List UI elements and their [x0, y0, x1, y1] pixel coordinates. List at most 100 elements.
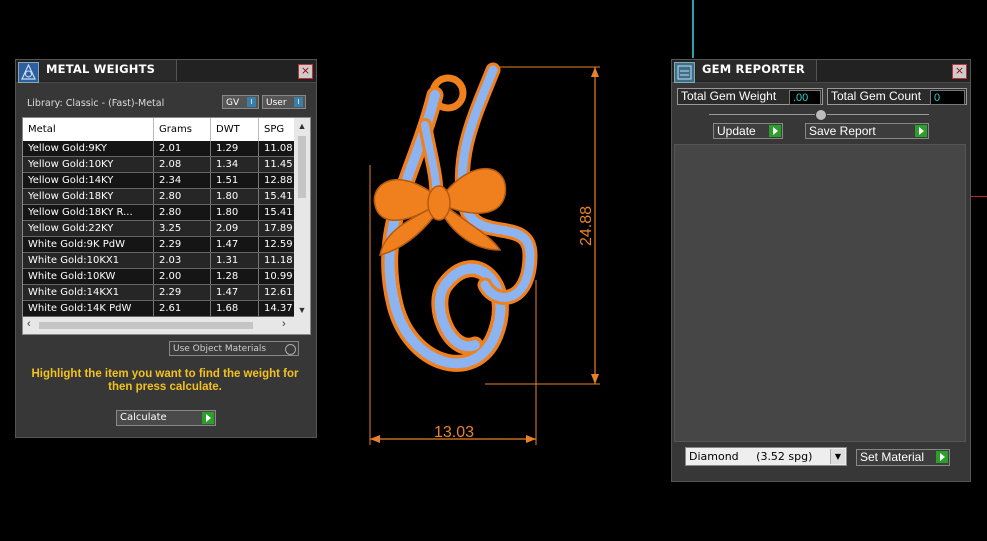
- close-icon[interactable]: ×: [298, 64, 313, 79]
- scroll-hthumb[interactable]: [39, 322, 253, 329]
- table-cell: 1.80: [210, 188, 259, 205]
- chevron-down-icon[interactable]: ▼: [830, 449, 845, 464]
- arrow-left-icon: [370, 435, 380, 443]
- instruction-text: Highlight the item you want to find the …: [31, 368, 299, 393]
- table-cell: 2.80: [153, 188, 211, 205]
- gem-reporter-title: GEM REPORTER: [702, 62, 805, 76]
- width-dimension-label: 13.03: [434, 424, 474, 441]
- splitter-handle-icon[interactable]: [815, 109, 827, 121]
- table-row[interactable]: Yellow Gold:18KY 2.80 1.80 15.41: [23, 188, 310, 205]
- table-row[interactable]: Yellow Gold:14KY 2.34 1.51 12.88: [23, 172, 310, 189]
- material-select[interactable]: Diamond (3.52 spg) ▼: [685, 447, 847, 466]
- use-object-materials-toggle[interactable]: Use Object Materials: [169, 341, 299, 356]
- column-header-metal[interactable]: Metal: [23, 118, 154, 141]
- table-cell: White Gold:10KX1: [23, 252, 154, 269]
- horizontal-scrollbar[interactable]: ‹ ›: [23, 317, 310, 334]
- table-cell: 2.80: [153, 204, 211, 221]
- pendant-model: [373, 62, 538, 372]
- table-cell: 2.29: [153, 236, 211, 253]
- table-row[interactable]: Yellow Gold:22KY 3.25 2.09 17.89: [23, 220, 310, 237]
- vertical-scrollbar[interactable]: ▲ ▼: [294, 118, 310, 317]
- metal-weights-title: METAL WEIGHTS: [46, 62, 156, 76]
- table-cell: 1.31: [210, 252, 259, 269]
- table-cell: 1.80: [210, 204, 259, 221]
- metal-weights-logo-icon: [18, 62, 39, 83]
- total-gem-weight-value: .00: [789, 90, 821, 105]
- pendant-viewport: 24.88 13.03: [369, 62, 600, 445]
- table-row[interactable]: White Gold:14K PdW 2.61 1.68 14.37: [23, 300, 310, 317]
- table-cell: 2.00: [153, 268, 211, 285]
- user-toggle[interactable]: User I: [262, 95, 306, 109]
- calculate-button[interactable]: Calculate: [116, 410, 216, 426]
- bow-knot: [427, 185, 451, 221]
- table-cell: 1.28: [210, 268, 259, 285]
- table-cell: Yellow Gold:22KY: [23, 220, 154, 237]
- play-icon: [936, 451, 948, 463]
- gem-reporter-logo-icon: [674, 62, 695, 83]
- table-cell: Yellow Gold:18KY: [23, 188, 154, 205]
- table-row[interactable]: Yellow Gold:10KY 2.08 1.34 11.45: [23, 156, 310, 173]
- table-row[interactable]: White Gold:10KX1 2.03 1.31 11.18: [23, 252, 310, 269]
- table-cell: 1.29: [210, 141, 259, 157]
- table-row[interactable]: White Gold:10KW 2.00 1.28 10.99: [23, 268, 310, 285]
- viewport-axis-mark: [970, 196, 987, 197]
- toggle-icon: I: [247, 97, 256, 107]
- table-cell: Yellow Gold:18KY R...: [23, 204, 154, 221]
- scroll-down-icon[interactable]: ▼: [294, 305, 310, 315]
- scroll-right-icon[interactable]: ›: [282, 318, 286, 330]
- column-header-dwt[interactable]: DWT: [210, 118, 259, 141]
- update-button[interactable]: Update: [713, 123, 783, 139]
- table-row[interactable]: Yellow Gold:9KY 2.01 1.29 11.08: [23, 141, 310, 157]
- table-row[interactable]: Yellow Gold:18KY R... 2.80 1.80 15.41: [23, 204, 310, 221]
- viewport-cursor-line: [692, 0, 694, 58]
- table-cell: 2.03: [153, 252, 211, 269]
- table-cell: Yellow Gold:10KY: [23, 156, 154, 173]
- toggle-icon: I: [294, 97, 303, 107]
- column-header-grams[interactable]: Grams: [153, 118, 211, 141]
- table-cell: 2.29: [153, 284, 211, 301]
- material-select-value: Diamond (3.52 spg): [689, 450, 813, 463]
- metal-table-header: Metal Grams DWT SPG: [23, 118, 310, 141]
- scroll-thumb[interactable]: [298, 136, 306, 198]
- save-report-button[interactable]: Save Report: [805, 123, 929, 139]
- set-material-button[interactable]: Set Material: [856, 449, 950, 466]
- table-cell: White Gold:9K PdW: [23, 236, 154, 253]
- gv-toggle-label: GV: [226, 98, 240, 108]
- table-cell: 2.61: [153, 300, 211, 317]
- gem-reporter-titlebar[interactable]: GEM REPORTER ×: [672, 60, 970, 83]
- table-cell: 1.68: [210, 300, 259, 317]
- table-row[interactable]: White Gold:14KX1 2.29 1.47 12.61: [23, 284, 310, 301]
- total-gem-weight-label: Total Gem Weight: [681, 89, 777, 103]
- play-icon: [769, 125, 781, 137]
- arrow-right-icon: [526, 435, 536, 443]
- close-icon[interactable]: ×: [952, 64, 967, 79]
- save-report-label: Save Report: [809, 124, 876, 138]
- arrow-up-icon: [591, 67, 599, 77]
- table-cell: 1.34: [210, 156, 259, 173]
- scroll-up-icon[interactable]: ▲: [294, 121, 310, 131]
- metal-weights-titlebar[interactable]: METAL WEIGHTS ×: [16, 60, 316, 83]
- table-cell: 2.01: [153, 141, 211, 157]
- total-gem-count-value: 0: [930, 90, 965, 105]
- table-cell: Yellow Gold:9KY: [23, 141, 154, 157]
- table-cell: 2.34: [153, 172, 211, 189]
- metal-table-frame: Metal Grams DWT SPG Yellow Gold:9KY 2.01 1…: [22, 117, 311, 335]
- table-cell: 2.09: [210, 220, 259, 237]
- total-gem-count-label: Total Gem Count: [831, 89, 922, 103]
- bow-right-wing: [442, 167, 507, 214]
- scroll-left-icon[interactable]: ‹: [27, 318, 31, 330]
- table-row[interactable]: White Gold:9K PdW 2.29 1.47 12.59: [23, 236, 310, 253]
- table-cell: 1.47: [210, 284, 259, 301]
- metal-weights-panel: METAL WEIGHTS × Library: Classic - (Fast…: [15, 59, 317, 438]
- table-cell: 3.25: [153, 220, 211, 237]
- set-material-label: Set Material: [860, 450, 925, 464]
- table-cell: 1.47: [210, 236, 259, 253]
- table-cell: White Gold:14KX1: [23, 284, 154, 301]
- arrow-down-icon: [591, 374, 599, 384]
- play-icon: [202, 412, 214, 424]
- update-label: Update: [717, 124, 756, 138]
- height-dimension-label: 24.88: [578, 206, 595, 246]
- gem-report-area[interactable]: [674, 144, 966, 442]
- metal-table: Metal Grams DWT SPG Yellow Gold:9KY 2.01 1…: [23, 118, 310, 317]
- gv-toggle[interactable]: GV I: [222, 95, 259, 109]
